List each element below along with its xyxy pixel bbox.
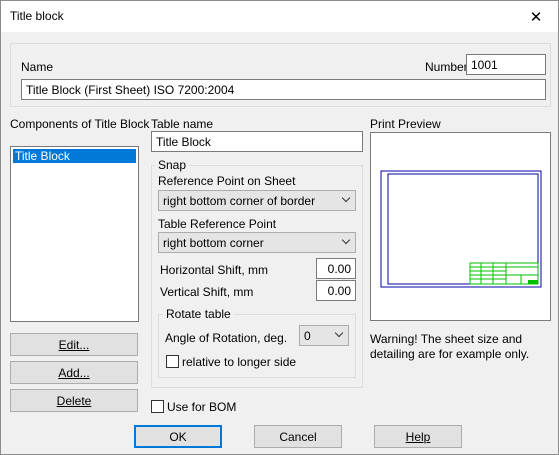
ref-sheet-value: right bottom corner of border xyxy=(163,194,316,208)
window-title: Title block xyxy=(10,9,64,23)
table-name-field[interactable]: Title Block xyxy=(151,131,363,152)
table-name-label: Table name xyxy=(151,117,214,131)
ok-button[interactable]: OK xyxy=(134,425,222,448)
cancel-button-label: Cancel xyxy=(279,429,317,444)
number-field[interactable]: 1001 xyxy=(466,54,546,75)
add-button-label: Add... xyxy=(58,365,90,380)
cancel-button[interactable]: Cancel xyxy=(254,425,342,448)
close-icon[interactable]: ✕ xyxy=(514,1,558,32)
use-for-bom-checkbox[interactable] xyxy=(151,400,164,413)
help-button[interactable]: Help xyxy=(374,425,462,448)
name-field[interactable]: Title Block (First Sheet) ISO 7200:2004 xyxy=(21,79,546,100)
components-list[interactable]: Title Block xyxy=(10,146,139,322)
angle-label: Angle of Rotation, deg. xyxy=(165,331,288,345)
angle-value: 0 xyxy=(304,329,311,343)
chevron-down-icon xyxy=(341,193,351,203)
table-ref-select[interactable]: right bottom corner xyxy=(158,232,356,253)
ref-sheet-label: Reference Point on Sheet xyxy=(158,174,296,188)
name-label: Name xyxy=(21,60,54,74)
list-item[interactable]: Title Block xyxy=(13,149,136,163)
snap-group-title: Snap xyxy=(155,158,190,172)
h-shift-field[interactable]: 0.00 xyxy=(316,258,356,279)
rotate-group-title: Rotate table xyxy=(163,307,234,321)
table-ref-value: right bottom corner xyxy=(163,236,264,250)
h-shift-label: Horizontal Shift, mm xyxy=(160,263,269,277)
print-preview xyxy=(370,132,551,321)
title-block-dialog: Title block ✕ Name Number 1001 Title Blo… xyxy=(0,0,559,455)
help-button-label: Help xyxy=(405,429,431,444)
angle-select[interactable]: 0 xyxy=(299,325,349,346)
sheet-preview-image xyxy=(380,170,542,288)
preview-warning: Warning! The sheet size and detailing ar… xyxy=(370,332,530,361)
preview-label: Print Preview xyxy=(370,117,441,131)
ref-sheet-select[interactable]: right bottom corner of border xyxy=(158,190,356,211)
v-shift-field[interactable]: 0.00 xyxy=(316,280,356,301)
v-shift-label: Vertical Shift, mm xyxy=(160,285,254,299)
use-for-bom-label: Use for BOM xyxy=(167,400,237,414)
ok-button-label: OK xyxy=(169,429,187,444)
chevron-down-icon xyxy=(341,235,351,245)
edit-button-label: Edit... xyxy=(58,337,90,352)
edit-button[interactable]: Edit... xyxy=(10,333,138,356)
delete-button-label: Delete xyxy=(56,393,92,408)
components-label: Components of Title Block xyxy=(10,117,150,131)
title-bar[interactable]: Title block ✕ xyxy=(1,1,558,32)
longer-side-checkbox[interactable] xyxy=(166,355,179,368)
delete-button[interactable]: Delete xyxy=(10,389,138,412)
chevron-down-icon xyxy=(334,328,344,338)
add-button[interactable]: Add... xyxy=(10,361,138,384)
table-ref-label: Table Reference Point xyxy=(158,217,277,231)
number-label: Number xyxy=(425,60,468,74)
longer-side-label: relative to longer side xyxy=(182,355,297,369)
